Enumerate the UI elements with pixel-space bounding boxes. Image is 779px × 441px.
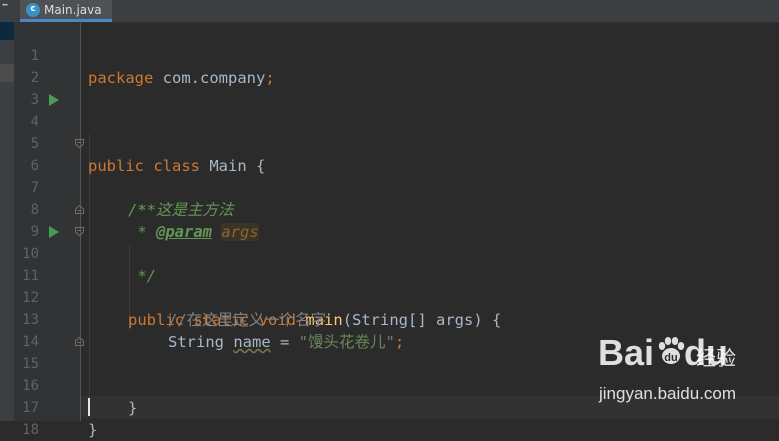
fold-close-icon[interactable] — [75, 337, 84, 346]
code-line[interactable]: 2 — [0, 45, 779, 86]
fold-open-icon[interactable] — [75, 139, 84, 148]
collapse-arrow-icon[interactable]: ⬅ — [2, 0, 8, 12]
run-class-icon[interactable] — [49, 94, 59, 106]
tab-main-java[interactable]: c Main.java — [20, 0, 112, 22]
code-line[interactable]: 10 public static void main(String[] args… — [0, 221, 779, 329]
code-line[interactable]: 3 — [0, 67, 779, 108]
code-line[interactable]: 5 — [0, 111, 779, 152]
code-line[interactable]: 11 — [0, 243, 779, 284]
svg-text:du: du — [664, 352, 677, 364]
fold-open-icon[interactable] — [75, 227, 84, 236]
run-main-icon[interactable] — [49, 226, 59, 238]
code-line[interactable]: 14 — [0, 309, 779, 350]
jingyan-label: 经验 — [696, 346, 736, 370]
fold-close-icon[interactable] — [75, 205, 84, 214]
baidu-paw-icon: du — [658, 337, 685, 364]
code-line[interactable]: 1 package com.company; — [0, 23, 779, 87]
java-class-icon: c — [26, 2, 40, 17]
code-line[interactable]: 12 //在这里定义一个名字 — [0, 265, 779, 329]
code-line[interactable]: 4 public class Main { — [0, 89, 779, 175]
line-number: 18 — [22, 422, 39, 438]
code-line[interactable]: 6 /** — [0, 133, 779, 219]
code-line[interactable]: 8 * @param args — [0, 177, 779, 241]
code-line[interactable]: 13 String name = "馒头花卷儿"; — [0, 287, 779, 351]
code-line[interactable]: 7 * 这是主方法 — [0, 155, 779, 219]
baidu-jingyan-watermark: Bai du du 经验 jingyan.baidu.com — [598, 330, 773, 410]
code-line[interactable]: 9 */ — [0, 199, 779, 285]
text-caret — [88, 398, 90, 416]
editor-tab-bar: c Main.java — [14, 0, 779, 23]
tab-label: Main.java — [44, 2, 102, 17]
watermark-url: jingyan.baidu.com — [599, 384, 737, 403]
